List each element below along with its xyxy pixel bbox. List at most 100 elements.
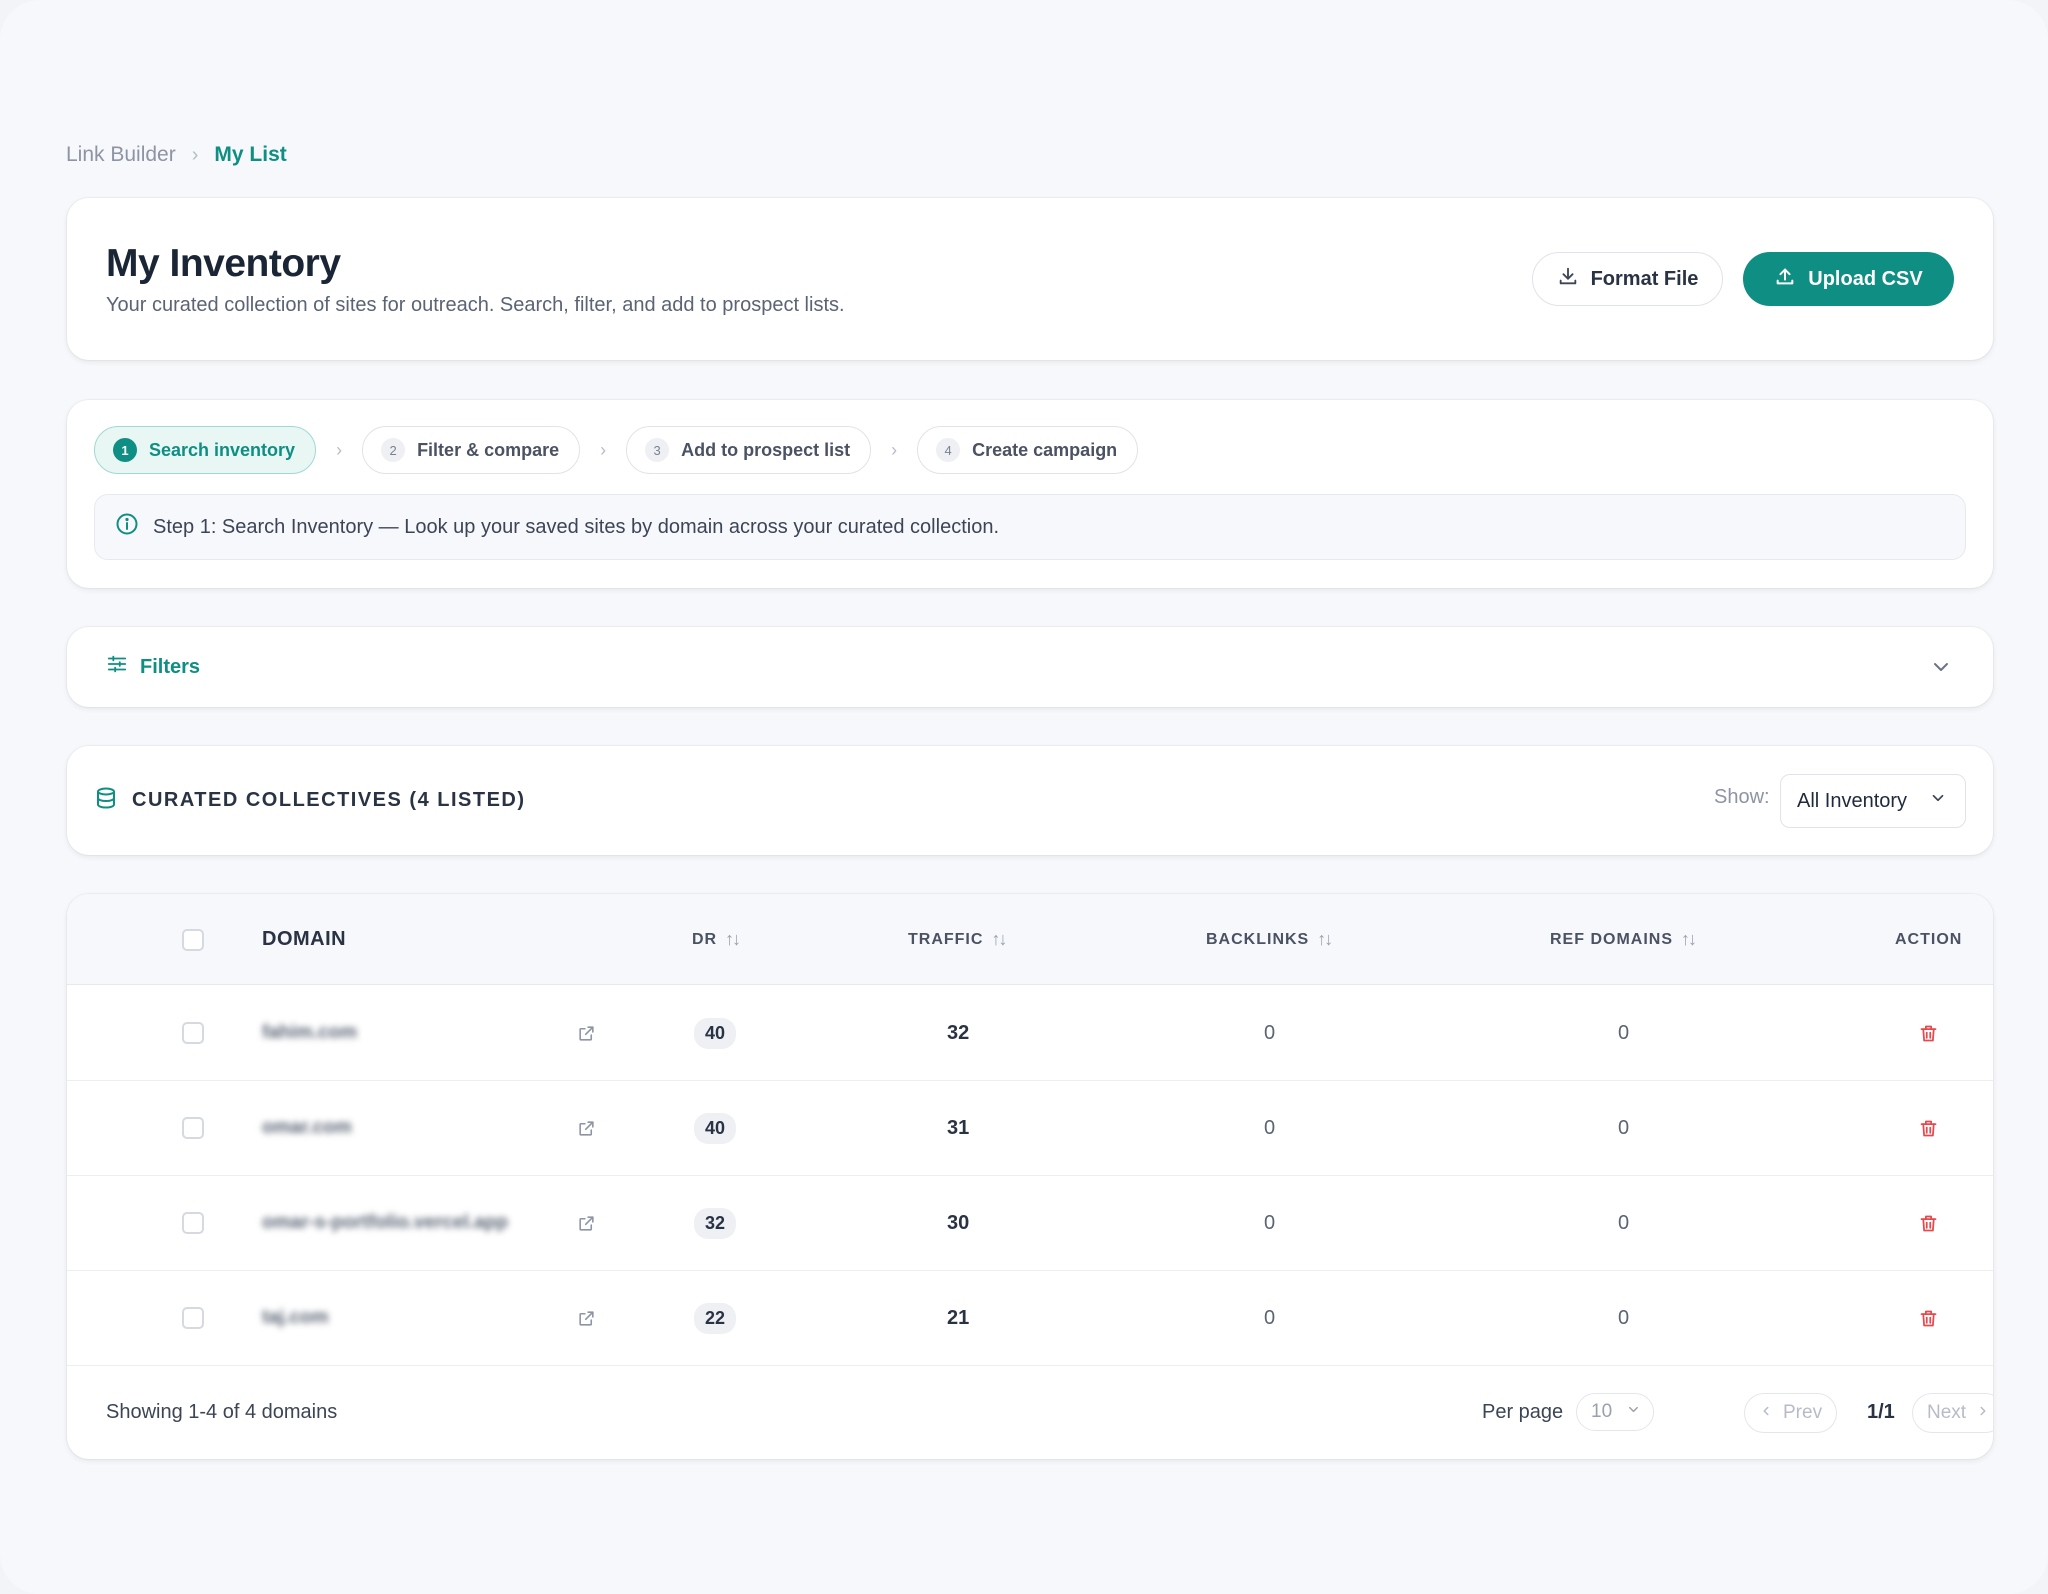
chevron-left-icon [1759, 1402, 1773, 1424]
traffic-cell: 21 [947, 1306, 970, 1329]
filters-label: Filters [140, 655, 201, 678]
traffic-cell: 30 [947, 1211, 970, 1234]
domain-cell: omar-s-portfolio.vercel.app [262, 1176, 508, 1270]
external-link-icon[interactable] [577, 1176, 596, 1270]
column-ref-domains-sort[interactable]: REF DOMAINS ↑↓ [1550, 894, 1697, 985]
dr-badge: 40 [694, 1112, 737, 1144]
table-header: DOMAIN DR ↑↓ TRAFFIC ↑↓ BACKLINKS ↑↓ REF… [67, 894, 1993, 985]
dr-badge: 32 [694, 1207, 737, 1239]
step-search-inventory[interactable]: 1 Search inventory [94, 426, 317, 474]
sliders-icon [106, 653, 128, 681]
ref-domains-cell: 0 [1618, 1306, 1630, 1329]
workflow-steps-card: 1 Search inventory › 2 Filter & compare … [67, 400, 1993, 588]
column-label: TRAFFIC [908, 930, 984, 948]
dr-cell: 40 [694, 1081, 737, 1175]
external-link-icon[interactable] [577, 986, 596, 1080]
column-backlinks-sort[interactable]: BACKLINKS ↑↓ [1206, 894, 1333, 985]
domain-cell: fahim.com [262, 986, 357, 1080]
sort-icon: ↑↓ [725, 929, 741, 949]
domain-name[interactable]: omar-s-portfolio.vercel.app [262, 1212, 508, 1234]
page-title: My Inventory [106, 242, 341, 285]
domain-cell: omar.com [262, 1081, 352, 1175]
show-filter-select[interactable]: All Inventory [1780, 774, 1966, 828]
chevron-right-icon: › [600, 439, 607, 460]
dr-badge: 22 [694, 1302, 737, 1334]
chevron-down-icon [1929, 655, 1953, 684]
column-traffic-sort[interactable]: TRAFFIC ↑↓ [908, 894, 1007, 985]
dr-cell: 40 [694, 986, 737, 1080]
sort-icon: ↑↓ [1317, 929, 1333, 949]
domain-name[interactable]: omar.com [262, 1117, 352, 1139]
step-number: 2 [381, 438, 406, 462]
column-label: DOMAIN [262, 928, 347, 950]
step-label: Create campaign [972, 439, 1118, 460]
step-info-text: Step 1: Search Inventory — Look up your … [153, 515, 999, 538]
dr-cell: 32 [694, 1176, 737, 1270]
prev-label: Prev [1783, 1402, 1823, 1423]
step-number: 1 [113, 438, 137, 462]
breadcrumb-my-list: My List [214, 143, 287, 166]
collection-title-text: CURATED COLLECTIVES (4 LISTED) [132, 789, 526, 811]
breadcrumb-link-builder[interactable]: Link Builder [66, 143, 176, 167]
chevron-right-icon: › [336, 439, 343, 460]
column-dr-sort[interactable]: DR ↑↓ [692, 894, 741, 985]
column-domain: DOMAIN [262, 894, 346, 985]
step-info-banner: Step 1: Search Inventory — Look up your … [94, 494, 1966, 560]
backlinks-cell: 0 [1264, 1116, 1276, 1139]
collection-title: CURATED COLLECTIVES (4 LISTED) [94, 746, 526, 855]
table-row: omar-s-portfolio.vercel.app 32 30 0 0 [67, 1176, 1993, 1271]
external-link-icon[interactable] [577, 1271, 596, 1365]
per-page-value: 10 [1591, 1401, 1613, 1422]
per-page-select[interactable]: 10 [1576, 1393, 1654, 1431]
step-label: Add to prospect list [681, 439, 851, 460]
domain-name[interactable]: fahim.com [262, 1022, 357, 1044]
trash-icon[interactable] [1918, 1176, 1939, 1270]
column-action: ACTION [1895, 894, 1962, 985]
per-page-label: Per page [1482, 1401, 1564, 1423]
backlinks-cell: 0 [1264, 1306, 1276, 1329]
step-add-to-prospect-list[interactable]: 3 Add to prospect list [626, 426, 872, 474]
show-filter-value: All Inventory [1797, 789, 1908, 812]
show-label: Show: [1714, 786, 1770, 808]
external-link-icon[interactable] [577, 1081, 596, 1175]
table-row: fahim.com 40 32 0 0 [67, 986, 1993, 1081]
chevron-right-icon [1976, 1402, 1990, 1424]
filters-toggle[interactable]: Filters [67, 627, 1993, 707]
column-label: ACTION [1895, 930, 1963, 948]
showing-count: Showing 1-4 of 4 domains [106, 1401, 338, 1423]
chevron-right-icon: › [891, 439, 898, 460]
ref-domains-cell: 0 [1618, 1021, 1630, 1044]
backlinks-cell: 0 [1264, 1021, 1276, 1044]
column-label: DR [692, 930, 718, 948]
next-page-button[interactable]: Next [1912, 1393, 1993, 1433]
page-header-card: My Inventory Your curated collection of … [67, 198, 1993, 360]
steps-row: 1 Search inventory › 2 Filter & compare … [94, 426, 1139, 474]
prev-page-button[interactable]: Prev [1744, 1393, 1838, 1433]
upload-csv-label: Upload CSV [1808, 267, 1923, 290]
trash-icon[interactable] [1918, 1081, 1939, 1175]
upload-csv-button[interactable]: Upload CSV [1743, 252, 1954, 306]
page-subtitle: Your curated collection of sites for out… [106, 294, 845, 316]
trash-icon[interactable] [1918, 986, 1939, 1080]
domain-name[interactable]: taj.com [262, 1307, 329, 1329]
ref-domains-cell: 0 [1618, 1211, 1630, 1234]
collection-header-card: CURATED COLLECTIVES (4 LISTED) Show: All… [67, 746, 1993, 855]
upload-icon [1774, 265, 1796, 293]
sort-icon: ↑↓ [1681, 929, 1697, 949]
step-number: 3 [645, 438, 670, 462]
select-all-checkbox[interactable] [182, 929, 204, 951]
row-checkbox[interactable] [182, 1212, 204, 1234]
row-checkbox[interactable] [182, 1117, 204, 1139]
format-file-button[interactable]: Format File [1532, 252, 1723, 306]
row-checkbox[interactable] [182, 1022, 204, 1044]
table-row: taj.com 22 21 0 0 [67, 1271, 1993, 1366]
table-row: omar.com 40 31 0 0 [67, 1081, 1993, 1176]
column-label: REF DOMAINS [1550, 930, 1673, 948]
row-checkbox[interactable] [182, 1307, 204, 1329]
trash-icon[interactable] [1918, 1271, 1939, 1365]
table-footer: Showing 1-4 of 4 domains Per page 10 Pre… [67, 1366, 1993, 1459]
traffic-cell: 31 [947, 1116, 970, 1139]
step-create-campaign[interactable]: 4 Create campaign [917, 426, 1139, 474]
step-filter-compare[interactable]: 2 Filter & compare [362, 426, 581, 474]
ref-domains-cell: 0 [1618, 1116, 1630, 1139]
